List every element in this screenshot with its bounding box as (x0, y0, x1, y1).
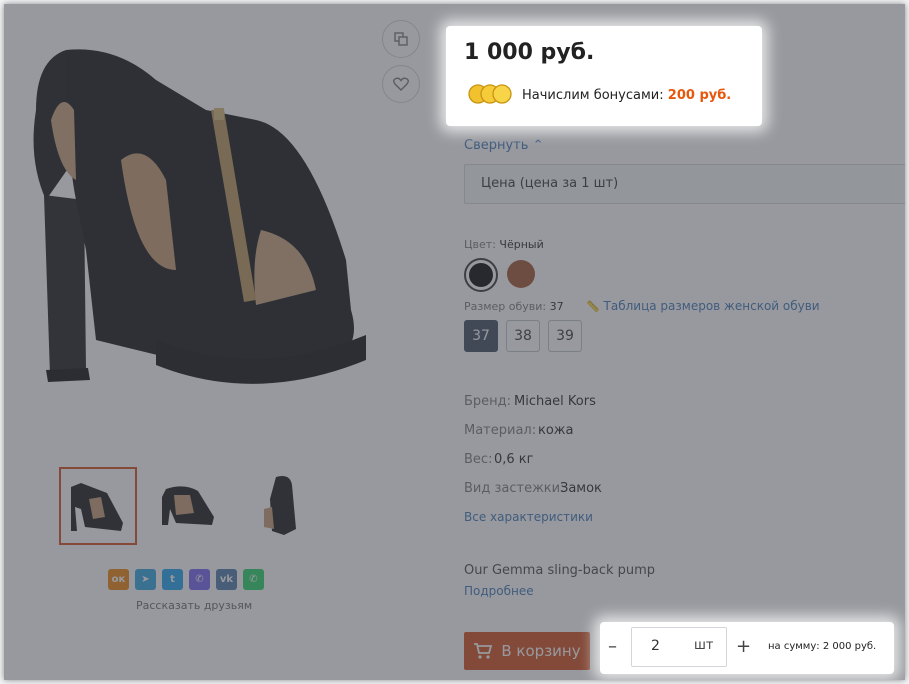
size-table-link[interactable]: 📏 Таблица размеров женской обуви (586, 299, 820, 313)
thumbnail-image (71, 483, 123, 531)
quantity-value: 2 (651, 638, 660, 654)
price-type-label: Цена (цена за 1 шт) (481, 176, 619, 191)
prop-label-clasp: Вид застежки: (464, 481, 565, 496)
quantity-unit: шт (694, 638, 714, 653)
add-to-cart-button[interactable]: В корзину (464, 632, 590, 670)
thumbnail-3[interactable] (250, 469, 316, 541)
size-option-37[interactable]: 37 (464, 320, 498, 352)
size-option-39[interactable]: 39 (548, 320, 582, 352)
cart-icon (474, 643, 493, 659)
color-value: Чёрный (499, 238, 544, 251)
collapse-link[interactable]: Свернуть ⌃ (464, 138, 543, 153)
heart-icon (393, 77, 409, 91)
plus-button[interactable]: + (736, 636, 751, 657)
share-label: Рассказать друзьям (136, 599, 253, 612)
telegram-icon[interactable]: ➤ (135, 569, 156, 590)
prop-value-clasp: Замок (560, 481, 602, 496)
thumbnail-image (162, 486, 214, 525)
size-value: 37 (549, 300, 564, 313)
bonus-value: 200 руб. (667, 88, 732, 103)
color-row: Цвет: Чёрный (464, 238, 544, 251)
quantity-highlight: – 2 шт + на сумму: 2 000 руб. (600, 622, 894, 674)
quantity-input[interactable]: 2 шт (631, 627, 727, 667)
chevron-up-icon: ⌃ (532, 138, 544, 153)
size-option-38[interactable]: 38 (506, 320, 540, 352)
color-label: Цвет: (464, 238, 496, 251)
color-swatch-brown[interactable] (507, 260, 535, 288)
thumbnail-image (264, 476, 296, 535)
price: 1 000 руб. (464, 40, 595, 65)
compare-icon (394, 32, 408, 46)
coins-icon (468, 84, 512, 104)
product-card: ок ➤ t ✆ vk ✆ Рассказать друзьям Свернут… (4, 4, 905, 680)
whatsapp-icon[interactable]: ✆ (243, 569, 264, 590)
prop-value-material: кожа (538, 423, 574, 438)
prop-value-weight: 0,6 кг (494, 452, 534, 467)
price-type-select[interactable]: Цена (цена за 1 шт) (464, 164, 905, 204)
product-main-image[interactable] (6, 40, 386, 405)
prop-label-brand: Бренд: (464, 394, 512, 409)
favorite-button[interactable] (382, 65, 420, 103)
viber-icon[interactable]: ✆ (189, 569, 210, 590)
size-label: Размер обуви: (464, 300, 547, 313)
thumbnail-2[interactable] (154, 469, 226, 541)
total-sum: на сумму: 2 000 руб. (768, 641, 877, 652)
prop-label-weight: Вес: (464, 452, 493, 467)
bonus-label: Начислим бонусами: (522, 88, 664, 103)
product-description: Our Gemma sling-back pump (464, 563, 656, 578)
prop-value-brand[interactable]: Michael Kors (514, 394, 596, 409)
ruler-icon: 📏 (586, 300, 600, 313)
color-swatch-black[interactable] (464, 258, 498, 292)
minus-button[interactable]: – (608, 636, 617, 657)
thumbnail-1[interactable] (59, 467, 137, 545)
compare-button[interactable] (382, 20, 420, 58)
price-highlight: 1 000 руб. Начислим бонусами: 200 руб. (446, 26, 762, 126)
prop-label-material: Материал: (464, 423, 537, 438)
ok-icon[interactable]: ок (108, 569, 129, 590)
size-row: Размер обуви: 37 (464, 300, 564, 313)
more-link[interactable]: Подробнее (464, 584, 534, 598)
all-props-link[interactable]: Все характеристики (464, 510, 593, 524)
vk-icon[interactable]: vk (216, 569, 237, 590)
twitter-icon[interactable]: t (162, 569, 183, 590)
bonus-row: Начислим бонусами: 200 руб. (522, 88, 731, 103)
